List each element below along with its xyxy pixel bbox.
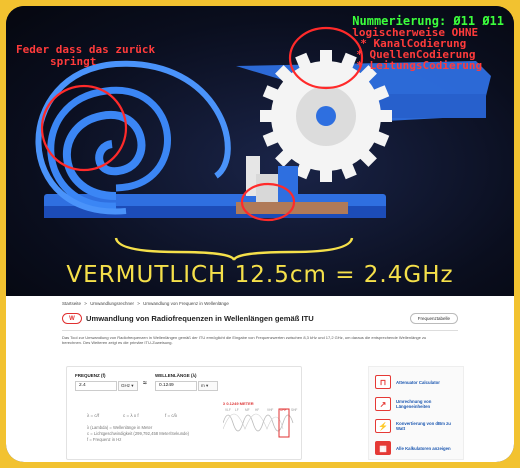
band-uhf: UHF: [280, 408, 287, 412]
related-tools-sidebar: ⊓ Attenuator Calculator ↗ Umrechnung von…: [368, 366, 464, 460]
formula-frequency: f = c/λ: [165, 413, 178, 418]
spectrum-wave-graphic: VLF LF MF HF VHF UHF SHF: [223, 407, 299, 439]
sidebar-item-dbm-watt[interactable]: ⚡ Konvertierung von dBm zu Watt: [375, 419, 458, 433]
title-bar: W Umwandlung von Radiofrequenzen in Well…: [62, 313, 458, 324]
photo-area: Feder dass das zurück springt Nummerieru…: [6, 6, 514, 296]
frequency-input[interactable]: 2.4: [75, 381, 117, 391]
site-logo: W: [62, 313, 82, 324]
attenuator-icon: ⊓: [375, 375, 391, 389]
spring-annotation: Feder dass das zurück springt: [16, 43, 156, 68]
screenshot-frame: Feder dass das zurück springt Nummerieru…: [6, 6, 514, 462]
band-lf: LF: [235, 408, 239, 412]
wavelength-unit-select[interactable]: m ▾: [198, 381, 218, 391]
formula-wavelength: λ = c/f: [87, 413, 100, 418]
headline-annotation: VERMUTLICH 12.5cm = 2.4GHz: [66, 262, 454, 288]
frequency-table-button[interactable]: Frequenztabelle: [409, 313, 458, 324]
sidebar-item-all-calculators[interactable]: ▦ Alle Kalkulatoren anzeigen: [375, 441, 458, 455]
intro-text: Das Tool zur Umwandlung von Radiofrequen…: [62, 335, 427, 345]
frequency-label: FREQUENZ (f): [75, 373, 106, 378]
sidebar-item-length-units[interactable]: ↗ Umrechnung von Längeneinheiten: [375, 397, 458, 411]
breadcrumb-converters[interactable]: Umwandlungsrechner: [90, 301, 134, 306]
page-title: Umwandlung von Radiofrequenzen in Wellen…: [86, 314, 314, 323]
calculator-icon: ▦: [375, 441, 391, 455]
formula-legend: λ (Lambda) = Wellenlänge in Meter c = Li…: [87, 425, 190, 442]
chevron-down-icon: ▾: [206, 383, 209, 388]
approx-sign: ≈: [143, 380, 147, 387]
divider: [62, 330, 458, 331]
sidebar-item-attenuator[interactable]: ⊓ Attenuator Calculator: [375, 375, 458, 389]
band-hf: HF: [255, 408, 259, 412]
wavelength-result-label: λ 0.1249 METER: [223, 401, 254, 406]
breadcrumb-current: Umwandlung von Frequenz in Wellenlänge: [143, 301, 229, 306]
formula-speed: c = λ x f: [123, 413, 139, 418]
band-mf: MF: [245, 408, 250, 412]
breadcrumb: Startseite > Umwandlungsrechner > Umwand…: [62, 301, 229, 306]
converter-card: FREQUENZ (f) 2.4 GHz ▾ ≈ WELLENLÄNGE (λ)…: [66, 366, 302, 460]
dbm-icon: ⚡: [375, 419, 391, 433]
band-vlf: VLF: [225, 408, 231, 412]
wavelength-input[interactable]: 0.1249: [155, 381, 197, 391]
chevron-down-icon: ▾: [131, 383, 134, 388]
band-vhf: VHF: [267, 408, 273, 412]
frequency-unit-select[interactable]: GHz ▾: [118, 381, 138, 391]
breadcrumb-home[interactable]: Startseite: [62, 301, 81, 306]
band-shf: SHF: [291, 408, 297, 412]
wavelength-label: WELLENLÄNGE (λ): [155, 373, 197, 378]
numbering-annotation: Nummerierung: Ø11 Ø11 logischerweise OHN…: [352, 14, 504, 72]
ruler-icon: ↗: [375, 397, 391, 411]
